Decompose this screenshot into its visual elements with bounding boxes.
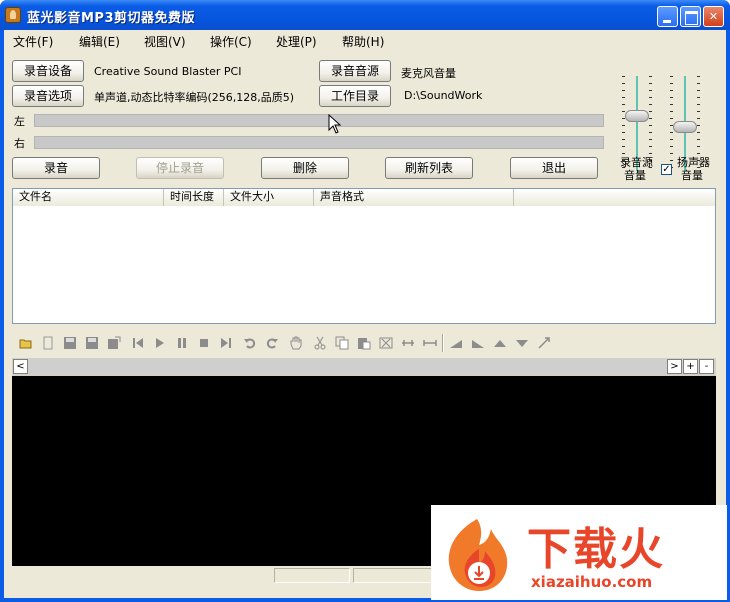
trim-icon[interactable]	[400, 335, 416, 351]
effects-icon[interactable]	[536, 335, 552, 351]
fade-in-icon[interactable]	[448, 335, 464, 351]
redo-icon[interactable]	[264, 335, 280, 351]
left-level-meter	[34, 114, 604, 127]
recording-options-button[interactable]: 录音选项	[12, 85, 84, 107]
speaker-volume-checkbox[interactable]: ✓	[661, 164, 672, 175]
stop-recording-button[interactable]: 停止录音	[136, 157, 224, 179]
watermark-url: xiazaihuo.com	[531, 573, 653, 591]
column-filesize[interactable]: 文件大小	[224, 189, 314, 206]
delete-button[interactable]: 删除	[261, 157, 349, 179]
maximize-button[interactable]	[680, 6, 701, 27]
left-channel-label: 左	[14, 115, 25, 128]
app-icon[interactable]	[5, 7, 21, 23]
scroll-left-button[interactable]: <	[13, 359, 28, 374]
menu-operate[interactable]: 操作(C)	[210, 33, 252, 50]
menu-process[interactable]: 处理(P)	[276, 33, 317, 50]
delete-selection-icon[interactable]	[378, 335, 394, 351]
exit-button[interactable]: 退出	[510, 157, 598, 179]
speaker-volume-caption-2: 音量	[681, 169, 703, 182]
recording-volume-thumb[interactable]	[625, 110, 649, 122]
work-directory-button[interactable]: 工作目录	[319, 85, 391, 107]
scroll-right-button[interactable]: >	[667, 359, 682, 374]
right-channel-label: 右	[14, 137, 25, 150]
menu-file[interactable]: 文件(F)	[13, 33, 53, 50]
window-title: 蓝光影音MP3剪切器免费版	[27, 11, 196, 26]
column-duration[interactable]: 时间长度	[164, 189, 224, 206]
recording-volume-caption-2: 音量	[624, 169, 646, 182]
speaker-volume-caption-1: 扬声器	[677, 156, 710, 169]
scroll-track[interactable]	[29, 359, 667, 374]
watermark: 下载火 xiazaihuo.com	[431, 505, 727, 600]
fade-out-icon[interactable]	[470, 335, 486, 351]
zoom-out-button[interactable]: -	[699, 359, 714, 374]
save-icon[interactable]	[62, 335, 78, 351]
right-level-meter	[34, 136, 604, 149]
speaker-volume-thumb[interactable]	[673, 121, 697, 133]
minimize-button[interactable]	[657, 6, 678, 27]
save-as-icon[interactable]	[84, 335, 100, 351]
volume-up-icon[interactable]	[492, 335, 508, 351]
status-cell-1	[274, 568, 350, 583]
menu-view[interactable]: 视图(V)	[144, 33, 186, 50]
column-format[interactable]: 声音格式	[314, 189, 514, 206]
hand-icon[interactable]	[288, 335, 304, 351]
waveform-scrollbar[interactable]: < > + -	[12, 358, 716, 376]
title-bar[interactable]: 蓝光影音MP3剪切器免费版 ✕	[0, 0, 730, 30]
volume-down-icon[interactable]	[514, 335, 530, 351]
status-cell-2	[353, 568, 433, 583]
watermark-text: 下载火	[527, 524, 665, 575]
edit-toolbar	[12, 331, 716, 355]
zoom-in-button[interactable]: +	[683, 359, 698, 374]
recording-volume-caption-1: 录音源	[620, 156, 653, 169]
menu-edit[interactable]: 编辑(E)	[79, 33, 120, 50]
recording-options-value: 单声道,动态比特率编码(256,128,品质5)	[94, 91, 295, 104]
split-icon[interactable]	[422, 335, 438, 351]
refresh-list-button[interactable]: 刷新列表	[385, 157, 473, 179]
flame-logo-icon	[448, 519, 508, 591]
column-filename[interactable]: 文件名	[13, 189, 164, 206]
recording-device-button[interactable]: 录音设备	[12, 60, 84, 82]
menu-bar: 文件(F) 编辑(E) 视图(V) 操作(C) 处理(P) 帮助(H)	[4, 30, 726, 50]
cut-icon[interactable]	[312, 335, 328, 351]
undo-icon[interactable]	[242, 335, 258, 351]
recording-source-value: 麦克风音量	[401, 67, 456, 80]
stop-icon[interactable]	[196, 335, 212, 351]
pause-icon[interactable]	[174, 335, 190, 351]
skip-start-icon[interactable]	[130, 335, 146, 351]
recording-device-value: Creative Sound Blaster PCI	[94, 65, 242, 78]
record-button[interactable]: 录音	[12, 157, 100, 179]
file-list[interactable]: 文件名 时间长度 文件大小 声音格式	[12, 188, 716, 324]
skip-end-icon[interactable]	[218, 335, 234, 351]
new-file-icon[interactable]	[40, 335, 56, 351]
file-list-header: 文件名 时间长度 文件大小 声音格式	[13, 189, 715, 206]
export-icon[interactable]	[106, 335, 122, 351]
paste-icon[interactable]	[356, 335, 372, 351]
recording-source-button[interactable]: 录音音源	[319, 60, 391, 82]
menu-help[interactable]: 帮助(H)	[342, 33, 384, 50]
play-icon[interactable]	[152, 335, 168, 351]
copy-icon[interactable]	[334, 335, 350, 351]
mouse-cursor-icon	[328, 114, 342, 134]
open-folder-icon[interactable]	[18, 335, 34, 351]
work-directory-value: D:\SoundWork	[404, 89, 483, 102]
close-button[interactable]: ✕	[703, 6, 724, 27]
